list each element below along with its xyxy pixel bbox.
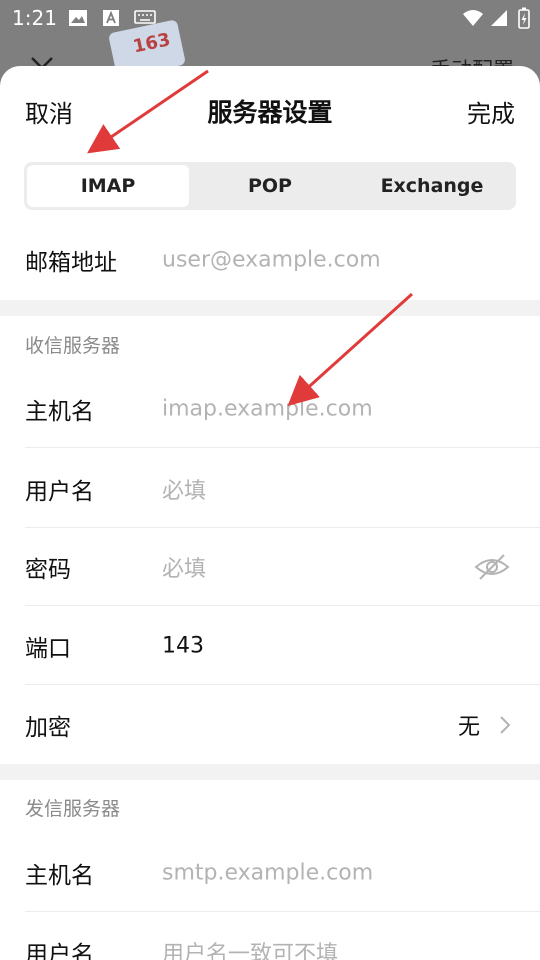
outgoing-username-row[interactable]: 用户名 用户名一致可不填 — [0, 912, 540, 960]
keyboard-icon — [134, 10, 156, 24]
incoming-port-input[interactable]: 143 — [162, 633, 204, 658]
chevron-right-icon — [500, 715, 511, 734]
status-time: 1:21 — [12, 6, 57, 30]
incoming-encryption-row[interactable]: 加密 无 — [0, 685, 540, 764]
font-icon — [103, 10, 119, 26]
wifi-icon — [463, 10, 483, 26]
eye-off-icon[interactable] — [474, 553, 510, 581]
outgoing-username-input[interactable]: 用户名一致可不填 — [162, 936, 338, 960]
section-gap — [0, 764, 540, 780]
signal-icon — [491, 10, 507, 26]
incoming-host-input[interactable]: imap.example.com — [162, 396, 373, 421]
outgoing-host-row[interactable]: 主机名 smtp.example.com — [0, 833, 540, 912]
email-row[interactable]: 邮箱地址 user@example.com — [0, 220, 540, 299]
status-bar: 1:21 — [0, 0, 540, 34]
done-button[interactable]: 完成 — [467, 94, 515, 129]
incoming-password-input[interactable]: 必填 — [162, 551, 206, 583]
screen: 163 手动配置 1:21 取消 服 — [0, 0, 540, 960]
incoming-username-label: 用户名 — [25, 478, 94, 505]
encryption-value: 无 — [457, 714, 480, 740]
outgoing-username-label: 用户名 — [25, 941, 94, 960]
tab-pop[interactable]: POP — [189, 165, 351, 207]
tab-imap[interactable]: IMAP — [27, 165, 189, 207]
outgoing-host-label: 主机名 — [25, 862, 94, 889]
incoming-username-row[interactable]: 用户名 必填 — [0, 449, 540, 528]
incoming-port-label: 端口 — [25, 635, 71, 662]
incoming-host-label: 主机名 — [25, 398, 94, 425]
incoming-username-input[interactable]: 必填 — [162, 473, 206, 505]
incoming-section-title: 收信服务器 — [25, 335, 121, 357]
outgoing-section-title: 发信服务器 — [25, 798, 121, 820]
email-label: 邮箱地址 — [25, 249, 117, 276]
outgoing-host-input[interactable]: smtp.example.com — [162, 860, 373, 885]
section-gap — [0, 300, 540, 316]
incoming-password-label: 密码 — [25, 556, 71, 583]
tab-exchange[interactable]: Exchange — [351, 165, 513, 207]
protocol-tabs: IMAP POP Exchange — [24, 162, 516, 210]
incoming-host-row[interactable]: 主机名 imap.example.com — [0, 369, 540, 448]
sheet-header: 取消 服务器设置 完成 — [0, 66, 540, 152]
battery-charging-icon — [518, 7, 530, 29]
incoming-port-row[interactable]: 端口 143 — [0, 606, 540, 685]
page-title: 服务器设置 — [207, 98, 333, 127]
image-icon — [69, 10, 87, 26]
incoming-password-row[interactable]: 密码 必填 — [0, 527, 540, 606]
server-settings-sheet: 取消 服务器设置 完成 IMAP POP Exchange 邮箱地址 user@… — [0, 66, 540, 960]
divider — [25, 447, 540, 448]
email-input[interactable]: user@example.com — [162, 247, 381, 272]
incoming-encryption-label: 加密 — [25, 714, 71, 741]
